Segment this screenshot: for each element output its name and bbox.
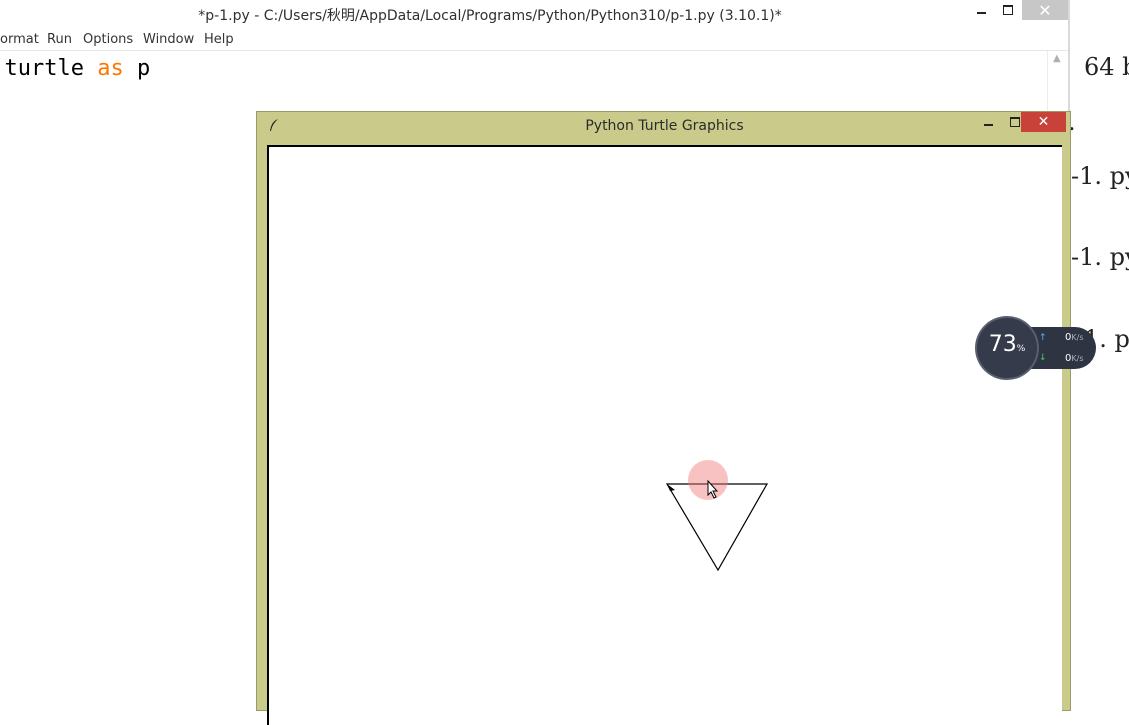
turtle-drawing [665, 483, 769, 572]
memory-usage-gauge: 73% [977, 318, 1037, 378]
upload-arrow-icon: ↑ [1039, 333, 1047, 343]
memory-usage-percent: 73% [988, 332, 1026, 357]
download-speed: 0K/s [1065, 353, 1084, 364]
upload-speed: 0K/s [1065, 332, 1084, 343]
network-monitor-widget[interactable]: ↑ 0K/s ↓ 0K/s 73% [977, 318, 1097, 378]
download-arrow-icon: ↓ [1039, 353, 1047, 363]
mouse-pointer-icon [707, 480, 719, 499]
turtle-cursor-icon [667, 484, 675, 491]
